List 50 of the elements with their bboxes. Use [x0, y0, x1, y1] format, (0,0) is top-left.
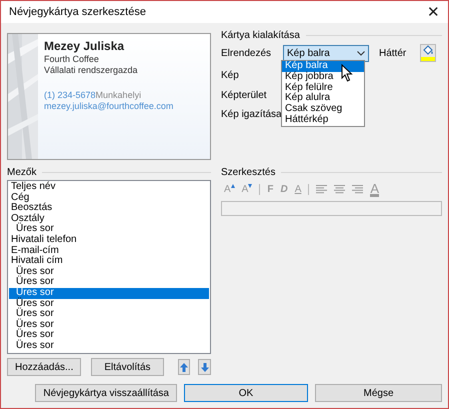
contact-name: Mezey Juliska	[44, 39, 126, 53]
field-label: Képterület	[221, 90, 267, 101]
phone-label: Munkahelyi	[96, 90, 142, 101]
chevron-icon	[357, 50, 365, 56]
group-title: Kártya kialakítása	[221, 30, 300, 40]
list-item[interactable]: Beosztás	[9, 203, 209, 214]
field-label: Elrendezés	[221, 48, 272, 58]
field-label: Kép	[221, 70, 239, 80]
list-item[interactable]: Teljes név	[9, 182, 209, 193]
group-title: Mezők	[7, 166, 36, 178]
move-up-button[interactable]	[178, 359, 190, 375]
close-button[interactable]: ✕	[427, 3, 440, 21]
list-item[interactable]: Üres sor	[9, 277, 209, 288]
align-center-icon[interactable]	[334, 185, 346, 194]
list-item[interactable]: Hivatali telefon	[9, 234, 209, 246]
phone-number: (1) 234-5678	[44, 90, 96, 101]
paint-bucket-icon	[422, 45, 434, 56]
list-item[interactable]: Cég	[9, 192, 209, 204]
down-arrow-icon	[200, 362, 209, 372]
remove-button[interactable]: Eltávolítás	[91, 358, 164, 376]
up-triangle-icon	[230, 184, 235, 188]
down-triangle-icon	[248, 184, 252, 188]
field-label: Háttér	[379, 48, 406, 58]
dropdown-option[interactable]: Kép balra	[282, 61, 364, 72]
field-label: Kép igazítása	[221, 109, 282, 120]
list-item[interactable]: Osztály	[9, 214, 209, 224]
group-title: Szerkesztés	[221, 166, 276, 178]
list-item[interactable]: E-mail-cím	[9, 246, 209, 256]
mouse-pointer-icon	[341, 64, 353, 82]
align-right-icon[interactable]	[352, 185, 364, 194]
layout-dropdown[interactable]: Kép balra	[283, 44, 369, 62]
window-title: Névjegykártya szerkesztése	[9, 6, 146, 18]
list-item[interactable]: Üres sor	[9, 288, 209, 299]
list-item[interactable]: Üres sor	[9, 224, 209, 235]
list-item[interactable]: Üres sor	[9, 309, 209, 320]
text-field[interactable]	[221, 201, 442, 216]
align-left-icon[interactable]	[316, 185, 328, 194]
company-name: Fourth Coffee	[44, 54, 100, 65]
list-item[interactable]: Hivatali cím	[9, 256, 209, 267]
cancel-button[interactable]: Mégse	[315, 384, 442, 402]
list-item[interactable]: Üres sor	[9, 330, 209, 341]
job-title: Vállalati rendszergazda	[44, 65, 139, 76]
move-down-button[interactable]	[198, 359, 211, 375]
add-button[interactable]: Hozzáadás...	[7, 358, 82, 376]
ok-button[interactable]: OK	[184, 384, 308, 402]
list-item[interactable]: Üres sor	[9, 340, 209, 352]
background-color-button[interactable]	[420, 44, 436, 62]
up-arrow-icon	[180, 362, 188, 372]
email-address: mezey.juliska@fourthcoffee.com	[44, 101, 174, 112]
reset-card-button[interactable]: Névjegykártya visszaállítása	[35, 384, 177, 402]
